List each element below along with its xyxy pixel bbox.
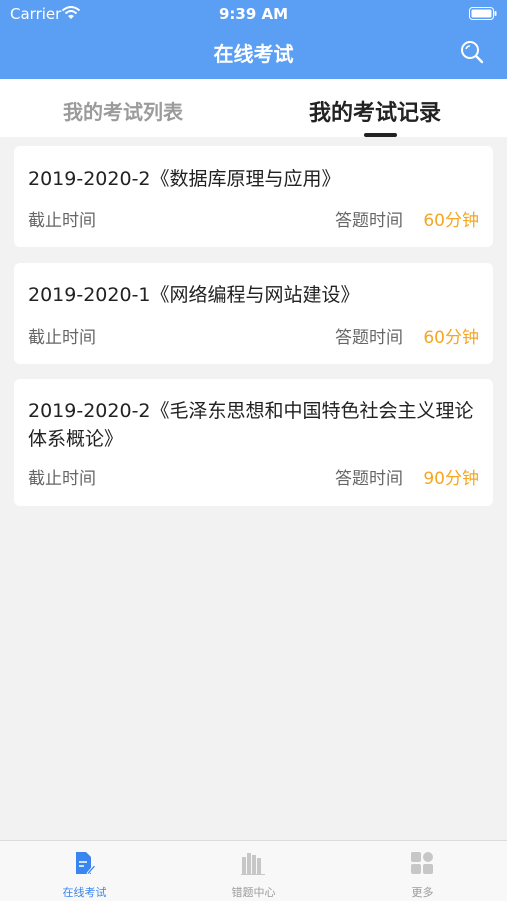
tabbar-label: 在线考试: [62, 886, 107, 899]
exam-doc-icon: [76, 852, 96, 875]
exam-card[interactable]: 2019-2020-1《网络编程与网站建设》 截止时间 答题时间 60分钟: [14, 263, 493, 364]
battery-icon: [469, 7, 497, 20]
tabbar-item-more[interactable]: 更多: [338, 841, 507, 901]
status-time: 9:39 AM: [218, 5, 289, 23]
tabbar-item-mistakes[interactable]: 错题中心: [169, 841, 338, 901]
deadline-label: 截止时间: [28, 211, 96, 231]
books-icon: [241, 853, 265, 875]
duration-value: 60分钟: [423, 211, 479, 231]
duration-value: 90分钟: [423, 469, 479, 489]
grid-icon: [411, 852, 433, 874]
nav-header: Carrier 9:39 AM 在线考试: [0, 0, 507, 79]
exam-title: 2019-2020-2《数据库原理与应用》: [28, 168, 341, 190]
exam-title: 2019-2020-1《网络编程与网站建设》: [28, 284, 360, 306]
duration-label: 答题时间: [335, 328, 403, 348]
deadline-label: 截止时间: [28, 469, 96, 489]
status-bar: Carrier 9:39 AM: [0, 0, 507, 28]
tabbar-item-exam[interactable]: 在线考试: [0, 841, 169, 901]
search-icon[interactable]: [460, 40, 484, 64]
duration-label: 答题时间: [335, 469, 403, 489]
deadline-label: 截止时间: [28, 328, 96, 348]
duration-value: 60分钟: [423, 328, 479, 348]
segment-tabs: 我的考试列表 我的考试记录: [0, 79, 507, 137]
exam-card[interactable]: 2019-2020-2《毛泽东思想和中国特色社会主义理论体系概论》 截止时间 答…: [14, 379, 493, 506]
exam-card[interactable]: 2019-2020-2《数据库原理与应用》 截止时间 答题时间 60分钟: [14, 146, 493, 247]
tab-indicator: [364, 133, 397, 137]
page-title: 在线考试: [213, 42, 294, 66]
tabbar-label: 错题中心: [231, 886, 276, 899]
tab-exam-records[interactable]: 我的考试记录: [309, 95, 441, 127]
tabbar-label: 更多: [411, 886, 434, 899]
exam-title: 2019-2020-2《毛泽东思想和中国特色社会主义理论体系概论》: [28, 400, 474, 450]
tab-exam-list[interactable]: 我的考试列表: [63, 96, 183, 125]
tab-bar: 在线考试 错题中心 更多: [0, 840, 507, 901]
duration-label: 答题时间: [335, 211, 403, 231]
